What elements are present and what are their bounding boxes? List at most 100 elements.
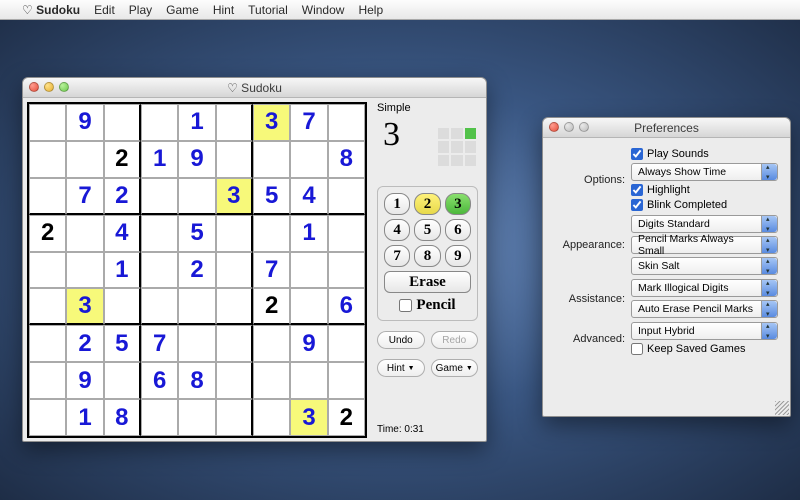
board-cell[interactable] — [104, 362, 141, 399]
board-cell[interactable] — [216, 104, 253, 141]
board-cell[interactable] — [66, 141, 103, 178]
close-icon[interactable] — [29, 82, 39, 92]
board-cell[interactable] — [141, 252, 178, 289]
sudoku-titlebar[interactable]: ♡ Sudoku — [23, 78, 486, 98]
close-icon[interactable] — [549, 122, 559, 132]
numpad-9[interactable]: 9 — [445, 245, 471, 267]
board-cell[interactable]: 2 — [104, 141, 141, 178]
board-cell[interactable]: 3 — [216, 178, 253, 215]
board-cell[interactable]: 4 — [104, 215, 141, 252]
board-cell[interactable] — [290, 252, 327, 289]
board-cell[interactable]: 7 — [66, 178, 103, 215]
board-cell[interactable]: 2 — [29, 215, 66, 252]
board-cell[interactable] — [29, 399, 66, 436]
board-cell[interactable]: 9 — [290, 325, 327, 362]
board-cell[interactable] — [290, 141, 327, 178]
board-cell[interactable]: 8 — [104, 399, 141, 436]
board-cell[interactable] — [66, 215, 103, 252]
board-cell[interactable]: 4 — [290, 178, 327, 215]
undo-button[interactable]: Undo — [377, 331, 425, 349]
board-cell[interactable] — [66, 252, 103, 289]
board-cell[interactable] — [328, 178, 365, 215]
board-cell[interactable] — [178, 325, 215, 362]
board-cell[interactable]: 2 — [104, 178, 141, 215]
board-cell[interactable]: 3 — [253, 104, 290, 141]
board-cell[interactable] — [104, 288, 141, 325]
board-cell[interactable] — [178, 399, 215, 436]
board-cell[interactable] — [328, 215, 365, 252]
board-cell[interactable]: 1 — [104, 252, 141, 289]
board-cell[interactable] — [216, 215, 253, 252]
board-cell[interactable]: 7 — [253, 252, 290, 289]
board-cell[interactable] — [141, 399, 178, 436]
sudoku-board[interactable]: 9137219872354245112732625799681832 — [27, 102, 367, 438]
board-cell[interactable] — [290, 362, 327, 399]
board-cell[interactable] — [216, 325, 253, 362]
resize-handle-icon[interactable] — [775, 401, 789, 415]
input-mode-select[interactable]: Input Hybrid — [631, 322, 778, 340]
board-cell[interactable] — [253, 215, 290, 252]
menu-play[interactable]: Play — [129, 3, 152, 17]
board-cell[interactable]: 5 — [104, 325, 141, 362]
play-sounds-checkbox[interactable]: Play Sounds — [631, 148, 778, 160]
menu-window[interactable]: Window — [302, 3, 345, 17]
board-cell[interactable] — [253, 399, 290, 436]
board-cell[interactable] — [328, 325, 365, 362]
numpad-6[interactable]: 6 — [445, 219, 471, 241]
menu-hint[interactable]: Hint — [213, 3, 234, 17]
board-cell[interactable] — [253, 325, 290, 362]
hint-menu-button[interactable]: Hint▼ — [377, 359, 425, 377]
board-cell[interactable]: 7 — [290, 104, 327, 141]
skin-select[interactable]: Skin Salt — [631, 257, 778, 275]
board-cell[interactable]: 2 — [178, 252, 215, 289]
menu-game[interactable]: Game — [166, 3, 199, 17]
zoom-icon[interactable] — [59, 82, 69, 92]
board-cell[interactable] — [29, 362, 66, 399]
highlight-checkbox[interactable]: Highlight — [631, 184, 778, 196]
board-cell[interactable] — [253, 141, 290, 178]
game-menu-button[interactable]: Game▼ — [431, 359, 479, 377]
board-cell[interactable] — [141, 215, 178, 252]
numpad-4[interactable]: 4 — [384, 219, 410, 241]
board-cell[interactable] — [29, 325, 66, 362]
board-cell[interactable] — [141, 288, 178, 325]
illogical-digits-select[interactable]: Mark Illogical Digits — [631, 279, 778, 297]
board-cell[interactable]: 9 — [66, 362, 103, 399]
numpad-3[interactable]: 3 — [445, 193, 471, 215]
erase-button[interactable]: Erase — [384, 271, 471, 293]
board-cell[interactable]: 5 — [178, 215, 215, 252]
menu-edit[interactable]: Edit — [94, 3, 115, 17]
digits-style-select[interactable]: Digits Standard — [631, 215, 778, 233]
board-cell[interactable] — [29, 288, 66, 325]
preferences-titlebar[interactable]: Preferences — [543, 118, 790, 138]
pencil-marks-select[interactable]: Pencil Marks Always Small — [631, 236, 778, 254]
board-cell[interactable] — [141, 178, 178, 215]
board-cell[interactable] — [253, 362, 290, 399]
numpad-7[interactable]: 7 — [384, 245, 410, 267]
board-cell[interactable]: 9 — [178, 141, 215, 178]
board-cell[interactable] — [141, 104, 178, 141]
board-cell[interactable] — [328, 362, 365, 399]
board-cell[interactable] — [216, 141, 253, 178]
blink-completed-checkbox[interactable]: Blink Completed — [631, 199, 778, 211]
app-menu[interactable]: ♡ Sudoku — [22, 3, 80, 17]
board-cell[interactable]: 8 — [178, 362, 215, 399]
board-cell[interactable] — [104, 104, 141, 141]
board-cell[interactable]: 8 — [328, 141, 365, 178]
menu-help[interactable]: Help — [358, 3, 383, 17]
board-cell[interactable]: 2 — [253, 288, 290, 325]
numpad-2[interactable]: 2 — [414, 193, 440, 215]
board-cell[interactable]: 1 — [66, 399, 103, 436]
menu-tutorial[interactable]: Tutorial — [248, 3, 288, 17]
minimize-icon[interactable] — [44, 82, 54, 92]
numpad-1[interactable]: 1 — [384, 193, 410, 215]
numpad-8[interactable]: 8 — [414, 245, 440, 267]
board-cell[interactable]: 2 — [66, 325, 103, 362]
board-cell[interactable] — [328, 252, 365, 289]
board-cell[interactable] — [29, 141, 66, 178]
board-cell[interactable] — [216, 399, 253, 436]
board-cell[interactable] — [216, 252, 253, 289]
board-cell[interactable] — [29, 178, 66, 215]
numpad-5[interactable]: 5 — [414, 219, 440, 241]
board-cell[interactable] — [29, 104, 66, 141]
